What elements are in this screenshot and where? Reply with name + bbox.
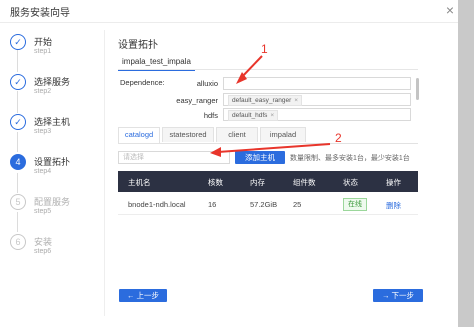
section-title: 设置拓扑 [118,40,158,51]
selected-tag: default_easy_ranger × [228,95,303,106]
step-sub: step4 [34,168,52,175]
prev-button[interactable]: ← 上一步 [119,289,167,302]
step-sub: step6 [34,248,52,255]
tag-close-icon[interactable]: × [294,97,298,104]
step-connector [17,132,18,152]
close-icon[interactable]: × [446,2,454,18]
step-number: 4 [10,154,26,170]
step-label: 安装 [34,237,53,247]
check-icon: ✓ [10,114,26,130]
step-label: 选择服务 [34,77,71,87]
tab-catalogd[interactable]: catalogd [118,127,160,143]
tag-text: default_hdfs [232,112,268,119]
step-connector [17,173,18,193]
hdfs-select[interactable]: default_hdfs × [223,108,411,121]
cell-components: 25 [293,200,302,209]
vertical-divider [104,30,105,316]
step-sub: step1 [34,48,52,55]
dep-label-alluxio: alluxio [196,79,218,88]
step-number: 5 [10,194,26,210]
step-connector [17,212,18,232]
easy-ranger-select[interactable]: default_easy_ranger × [223,93,411,106]
step-label: 开始 [34,37,53,47]
step-label: 配置服务 [34,197,71,207]
tab-bar-underline [118,143,418,144]
annotation-number-1: 1 [261,42,268,56]
tab-underline [118,69,418,70]
step-connector [17,50,18,72]
dep-label-hdfs: hdfs [203,111,218,120]
tag-text: default_easy_ranger [232,97,292,104]
add-host-button[interactable]: 添加主机 [235,151,285,164]
col-status: 状态 [343,178,358,187]
role-tab-bar: catalogd statestored client impalad [118,127,418,143]
table-header: 主机名 核数 内存 组件数 状态 操作 [118,171,418,192]
scrollbar[interactable] [416,78,419,100]
dialog-header: 服务安装向导 × [0,0,458,23]
col-components: 组件数 [293,178,316,187]
cell-hostname: bnode1-ndh.local [128,200,186,209]
install-wizard-dialog: 服务安装向导 × ✓ 开始 step1 ✓ 选择服务 step2 ✓ 选择主机 … [0,0,458,327]
cell-cores: 16 [208,200,217,209]
annotation-arrow-1 [239,55,263,80]
dep-label-easy-ranger: easy_ranger [176,96,218,105]
quantity-hint: 数量限制、最多安装1台，最少安装1台 [290,155,410,162]
host-select[interactable]: 请选择 [118,151,230,164]
next-button[interactable]: → 下一步 [373,289,423,302]
check-icon: ✓ [10,34,26,50]
tab-statestored[interactable]: statestored [162,127,214,142]
step-connector [17,91,18,113]
step-label: 设置拓扑 [34,157,71,167]
annotation-number-2: 2 [335,131,342,145]
cell-memory: 57.2GiB [250,200,278,209]
tab-client[interactable]: client [216,127,258,142]
delete-link[interactable]: 删除 [386,200,401,211]
step-sub: step5 [34,208,52,215]
status-badge: 在线 [343,198,367,211]
tag-close-icon[interactable]: × [270,112,274,119]
step-label: 选择主机 [34,117,71,127]
step-sub: step2 [34,88,52,95]
col-cores: 核数 [208,178,223,187]
selected-tag: default_hdfs × [228,110,279,121]
dialog-title: 服务安装向导 [10,8,70,19]
table-row: bnode1-ndh.local 16 57.2GiB 25 在线 删除 [118,194,418,215]
col-hostname: 主机名 [128,178,151,187]
step-sub: step3 [34,128,52,135]
tab-impalad[interactable]: impalad [260,127,306,142]
col-action: 操作 [386,178,401,187]
alluxio-select[interactable] [223,77,411,90]
check-icon: ✓ [10,74,26,90]
step-number: 6 [10,234,26,250]
col-memory: 内存 [250,178,265,187]
